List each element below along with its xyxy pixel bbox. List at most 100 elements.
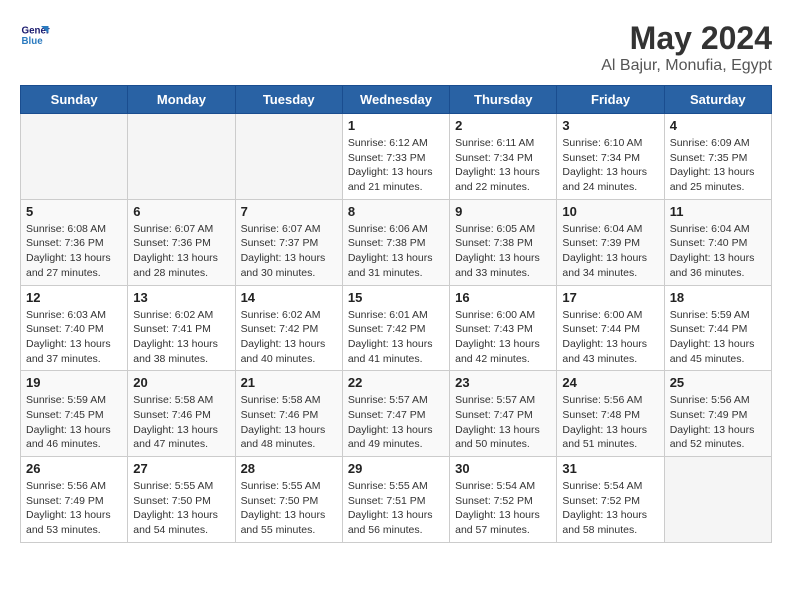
calendar-day-cell: 11 Sunrise: 6:04 AMSunset: 7:40 PMDayligh… (664, 199, 771, 285)
day-number: 18 (670, 290, 766, 305)
calendar-day-cell: 28Sunrise: 5:55 AMSunset: 7:50 PMDayligh… (235, 457, 342, 543)
day-of-week-header: Sunday (21, 86, 128, 114)
month-year-title: May 2024 (601, 20, 772, 57)
day-number: 24 (562, 375, 658, 390)
day-of-week-header: Saturday (664, 86, 771, 114)
day-number: 19 (26, 375, 122, 390)
day-info: Sunrise: 5:54 AMSunset: 7:52 PMDaylight:… (455, 479, 551, 538)
day-number: 8 (348, 204, 444, 219)
calendar-day-cell: 7 Sunrise: 6:07 AMSunset: 7:37 PMDaylight… (235, 199, 342, 285)
day-number: 10 (562, 204, 658, 219)
day-info: Sunrise: 6:11 AMSunset: 7:34 PMDaylight:… (455, 136, 551, 195)
calendar-day-cell: 2Sunrise: 6:11 AMSunset: 7:34 PMDaylight… (450, 114, 557, 200)
day-info: Sunrise: 5:58 AMSunset: 7:46 PMDaylight:… (241, 393, 337, 452)
day-number: 31 (562, 461, 658, 476)
page-header: General Blue May 2024 Al Bajur, Monufia,… (20, 20, 772, 75)
calendar-day-cell: 20 Sunrise: 5:58 AMSunset: 7:46 PMDayligh… (128, 371, 235, 457)
day-info: Sunrise: 6:10 AMSunset: 7:34 PMDaylight:… (562, 136, 658, 195)
calendar-day-cell (664, 457, 771, 543)
day-info: Sunrise: 5:55 AMSunset: 7:50 PMDaylight:… (241, 479, 337, 538)
calendar-day-cell: 3Sunrise: 6:10 AMSunset: 7:34 PMDaylight… (557, 114, 664, 200)
day-of-week-header: Tuesday (235, 86, 342, 114)
day-number: 11 (670, 204, 766, 219)
calendar-day-cell: 4Sunrise: 6:09 AMSunset: 7:35 PMDaylight… (664, 114, 771, 200)
calendar-day-cell: 6Sunrise: 6:07 AMSunset: 7:36 PMDaylight… (128, 199, 235, 285)
day-number: 20 (133, 375, 229, 390)
day-info: Sunrise: 6:00 AMSunset: 7:44 PMDaylight:… (562, 308, 658, 367)
title-area: May 2024 Al Bajur, Monufia, Egypt (601, 20, 772, 75)
day-number: 27 (133, 461, 229, 476)
calendar-day-cell: 24 Sunrise: 5:56 AMSunset: 7:48 PMDayligh… (557, 371, 664, 457)
day-number: 21 (241, 375, 337, 390)
day-number: 9 (455, 204, 551, 219)
calendar-week-row: 5 Sunrise: 6:08 AMSunset: 7:36 PMDaylight… (21, 199, 772, 285)
calendar-day-cell: 18 Sunrise: 5:59 AMSunset: 7:44 PMDayligh… (664, 285, 771, 371)
day-of-week-header: Monday (128, 86, 235, 114)
calendar-day-cell: 25 Sunrise: 5:56 AMSunset: 7:49 PMDayligh… (664, 371, 771, 457)
calendar-week-row: 26Sunrise: 5:56 AMSunset: 7:49 PMDayligh… (21, 457, 772, 543)
calendar-week-row: 19 Sunrise: 5:59 AMSunset: 7:45 PMDayligh… (21, 371, 772, 457)
day-info: Sunrise: 6:06 AMSunset: 7:38 PMDaylight:… (348, 222, 444, 281)
calendar-day-cell: 14 Sunrise: 6:02 AMSunset: 7:42 PMDayligh… (235, 285, 342, 371)
day-number: 1 (348, 118, 444, 133)
day-number: 25 (670, 375, 766, 390)
day-info: Sunrise: 6:04 AMSunset: 7:39 PMDaylight:… (562, 222, 658, 281)
calendar-day-cell (235, 114, 342, 200)
day-info: Sunrise: 6:05 AMSunset: 7:38 PMDaylight:… (455, 222, 551, 281)
svg-text:Blue: Blue (22, 36, 44, 47)
day-of-week-header: Wednesday (342, 86, 449, 114)
calendar-day-cell: 26Sunrise: 5:56 AMSunset: 7:49 PMDayligh… (21, 457, 128, 543)
calendar-day-cell: 19 Sunrise: 5:59 AMSunset: 7:45 PMDayligh… (21, 371, 128, 457)
day-info: Sunrise: 5:59 AMSunset: 7:44 PMDaylight:… (670, 308, 766, 367)
calendar-day-cell: 31 Sunrise: 5:54 AMSunset: 7:52 PMDayligh… (557, 457, 664, 543)
calendar-day-cell: 29Sunrise: 5:55 AMSunset: 7:51 PMDayligh… (342, 457, 449, 543)
calendar-day-cell: 17Sunrise: 6:00 AMSunset: 7:44 PMDayligh… (557, 285, 664, 371)
day-number: 23 (455, 375, 551, 390)
day-info: Sunrise: 6:02 AMSunset: 7:42 PMDaylight:… (241, 308, 337, 367)
day-info: Sunrise: 6:00 AMSunset: 7:43 PMDaylight:… (455, 308, 551, 367)
calendar-day-cell: 16 Sunrise: 6:00 AMSunset: 7:43 PMDayligh… (450, 285, 557, 371)
day-info: Sunrise: 6:02 AMSunset: 7:41 PMDaylight:… (133, 308, 229, 367)
calendar-day-cell: 5 Sunrise: 6:08 AMSunset: 7:36 PMDaylight… (21, 199, 128, 285)
calendar-day-cell: 21 Sunrise: 5:58 AMSunset: 7:46 PMDayligh… (235, 371, 342, 457)
day-info: Sunrise: 6:07 AMSunset: 7:36 PMDaylight:… (133, 222, 229, 281)
day-number: 16 (455, 290, 551, 305)
calendar-day-cell: 22 Sunrise: 5:57 AMSunset: 7:47 PMDayligh… (342, 371, 449, 457)
calendar-day-cell: 15 Sunrise: 6:01 AMSunset: 7:42 PMDayligh… (342, 285, 449, 371)
calendar-day-cell: 9 Sunrise: 6:05 AMSunset: 7:38 PMDaylight… (450, 199, 557, 285)
logo: General Blue (20, 20, 50, 50)
calendar-day-cell: 8 Sunrise: 6:06 AMSunset: 7:38 PMDaylight… (342, 199, 449, 285)
day-info: Sunrise: 6:04 AMSunset: 7:40 PMDaylight:… (670, 222, 766, 281)
day-number: 12 (26, 290, 122, 305)
calendar-day-cell (128, 114, 235, 200)
calendar-day-cell: 10 Sunrise: 6:04 AMSunset: 7:39 PMDayligh… (557, 199, 664, 285)
day-info: Sunrise: 6:12 AMSunset: 7:33 PMDaylight:… (348, 136, 444, 195)
day-number: 13 (133, 290, 229, 305)
day-info: Sunrise: 5:56 AMSunset: 7:49 PMDaylight:… (670, 393, 766, 452)
calendar-day-cell: 13 Sunrise: 6:02 AMSunset: 7:41 PMDayligh… (128, 285, 235, 371)
day-info: Sunrise: 6:07 AMSunset: 7:37 PMDaylight:… (241, 222, 337, 281)
day-number: 22 (348, 375, 444, 390)
day-info: Sunrise: 5:59 AMSunset: 7:45 PMDaylight:… (26, 393, 122, 452)
day-info: Sunrise: 5:57 AMSunset: 7:47 PMDaylight:… (455, 393, 551, 452)
calendar-table: SundayMondayTuesdayWednesdayThursdayFrid… (20, 85, 772, 543)
day-info: Sunrise: 6:08 AMSunset: 7:36 PMDaylight:… (26, 222, 122, 281)
day-info: Sunrise: 5:54 AMSunset: 7:52 PMDaylight:… (562, 479, 658, 538)
day-number: 15 (348, 290, 444, 305)
day-info: Sunrise: 5:55 AMSunset: 7:50 PMDaylight:… (133, 479, 229, 538)
calendar-day-cell: 12 Sunrise: 6:03 AMSunset: 7:40 PMDayligh… (21, 285, 128, 371)
day-info: Sunrise: 5:58 AMSunset: 7:46 PMDaylight:… (133, 393, 229, 452)
day-info: Sunrise: 5:57 AMSunset: 7:47 PMDaylight:… (348, 393, 444, 452)
day-number: 4 (670, 118, 766, 133)
day-info: Sunrise: 5:56 AMSunset: 7:48 PMDaylight:… (562, 393, 658, 452)
day-info: Sunrise: 5:55 AMSunset: 7:51 PMDaylight:… (348, 479, 444, 538)
day-info: Sunrise: 6:01 AMSunset: 7:42 PMDaylight:… (348, 308, 444, 367)
calendar-day-cell (21, 114, 128, 200)
calendar-day-cell: 1 Sunrise: 6:12 AMSunset: 7:33 PMDaylight… (342, 114, 449, 200)
day-number: 5 (26, 204, 122, 219)
day-number: 14 (241, 290, 337, 305)
day-number: 7 (241, 204, 337, 219)
day-info: Sunrise: 6:03 AMSunset: 7:40 PMDaylight:… (26, 308, 122, 367)
location-subtitle: Al Bajur, Monufia, Egypt (601, 57, 772, 75)
day-of-week-header: Friday (557, 86, 664, 114)
